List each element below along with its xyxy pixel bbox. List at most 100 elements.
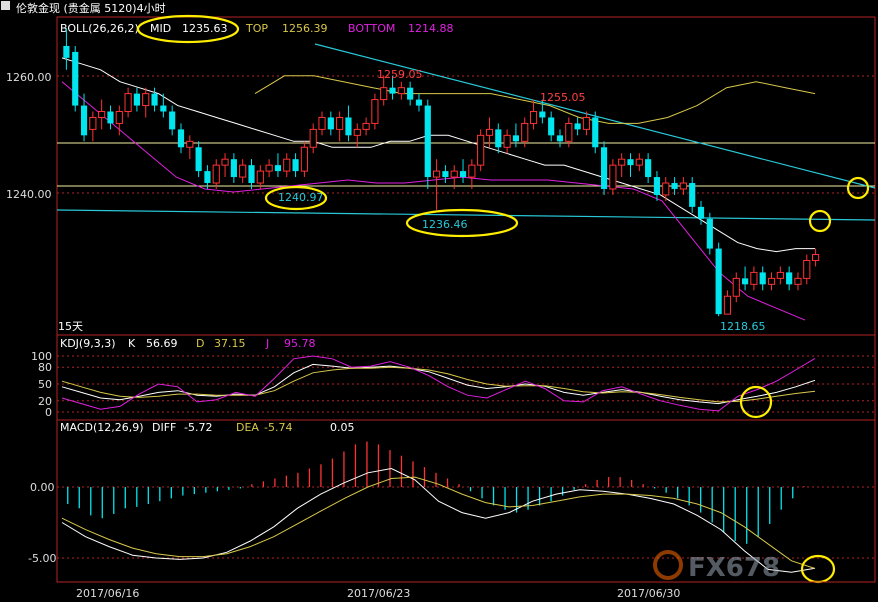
candle-body — [133, 93, 141, 106]
candle-body — [609, 164, 617, 190]
boll-indicator-name: BOLL(26,26,2) — [60, 22, 139, 35]
candle-body — [239, 164, 247, 178]
candle-body — [204, 171, 211, 184]
annotation-low-1: 1240.97 — [278, 191, 324, 204]
candle-body — [786, 272, 793, 285]
candle-body — [98, 111, 106, 118]
candle-body — [565, 122, 573, 142]
boll-bottom-label: BOTTOM — [348, 22, 395, 35]
candle-body — [600, 147, 608, 189]
highlight-macd-cross — [800, 554, 836, 584]
candle-body — [741, 278, 749, 285]
boll-mid-value: 1235.63 — [182, 22, 228, 35]
candle-body — [618, 158, 626, 166]
candle-body — [512, 135, 520, 142]
candle-body — [521, 122, 529, 142]
boll-mid-label: MID — [150, 22, 171, 35]
candle-body — [706, 218, 713, 249]
candle-body — [407, 87, 414, 100]
candle-body — [485, 128, 494, 136]
macd-histogram — [67, 441, 805, 544]
candle-body — [450, 170, 458, 178]
macd-diff-label: DIFF — [152, 421, 176, 434]
watermark-text: FX678 — [688, 553, 780, 583]
candle-body — [653, 177, 661, 195]
annotation-low-3: 1218.65 — [720, 320, 766, 333]
candle-body — [345, 117, 352, 136]
candle-body — [582, 116, 591, 130]
candle-body — [256, 170, 264, 184]
candle-body — [124, 93, 132, 113]
candle-body — [389, 87, 396, 94]
candle-body — [529, 111, 538, 124]
y-tick-1240: 1240.00 — [6, 188, 52, 201]
kdj-tick-label: 80 — [38, 361, 52, 374]
kdj-tick-label: 0 — [45, 406, 52, 419]
candle-body — [300, 146, 308, 172]
macd-tick-neg5: -5.00 — [28, 552, 56, 565]
kdj-j-line — [61, 355, 816, 412]
x-tick-0630: 2017/06/30 — [617, 587, 680, 600]
candle-body — [794, 277, 802, 285]
candle-body — [715, 248, 722, 315]
candle-body — [142, 93, 150, 107]
kdj-k-label: K — [128, 337, 136, 350]
kdj-d-label: D — [196, 337, 204, 350]
candle-body — [274, 165, 282, 172]
candle-body — [468, 164, 476, 178]
candle-body — [459, 171, 467, 178]
x-tick-0616: 2017/06/16 — [76, 587, 139, 600]
candle-body — [723, 295, 732, 315]
candle-body — [556, 135, 564, 142]
candle-body — [309, 128, 317, 148]
boll-bottom-value: 1214.88 — [408, 22, 454, 35]
candle-body — [679, 182, 687, 190]
candle-body — [265, 164, 273, 172]
candle-body — [592, 117, 599, 148]
candle-body — [336, 116, 344, 130]
candle-body — [397, 87, 405, 95]
kdj-d-line — [61, 366, 816, 403]
kdj-tick-label: 50 — [38, 378, 52, 391]
candle-body — [371, 99, 379, 124]
candle-body — [107, 111, 114, 124]
candle-body — [89, 116, 97, 130]
candle-body — [759, 272, 766, 285]
window-title: 伦敦金现 (贵金属 5120)4小时 — [16, 1, 166, 15]
candle-body — [248, 165, 255, 184]
candle-body — [195, 147, 202, 172]
candlestick-series — [63, 28, 820, 317]
candle-body — [230, 159, 237, 178]
annotation-high-2: 1255.05 — [540, 91, 586, 104]
boll-top-value: 1256.39 — [282, 22, 328, 35]
watermark-logo-icon — [653, 550, 683, 580]
candle-body — [362, 122, 370, 130]
candle-body — [169, 111, 176, 130]
candle-body — [415, 99, 423, 106]
candle-body — [495, 129, 502, 148]
candle-body — [503, 134, 511, 148]
boll-top-label: TOP — [245, 22, 268, 35]
candle-body — [424, 105, 431, 178]
candle-body — [574, 123, 581, 130]
candle-body — [433, 170, 441, 178]
kdj-j-value: 95.78 — [284, 337, 316, 350]
candle-body — [72, 51, 79, 106]
kdj-indicator-name: KDJ(9,3,3) — [60, 337, 116, 350]
candle-body — [732, 277, 740, 297]
candle-body — [151, 93, 158, 106]
annotation-high-1: 1259.05 — [377, 68, 423, 81]
candle-body — [767, 277, 776, 285]
macd-value: 0.05 — [330, 421, 355, 434]
candle-body — [750, 271, 758, 285]
highlight-trend-top — [846, 176, 870, 200]
candle-body — [221, 158, 229, 166]
macd-tick-0: 0.00 — [30, 481, 55, 494]
candle-body — [283, 158, 291, 172]
candle-body — [635, 158, 643, 166]
candle-body — [292, 159, 299, 172]
candle-body — [318, 116, 326, 130]
candle-body — [442, 171, 449, 178]
watermark: FX678 — [653, 550, 780, 583]
candle-body — [645, 159, 652, 178]
